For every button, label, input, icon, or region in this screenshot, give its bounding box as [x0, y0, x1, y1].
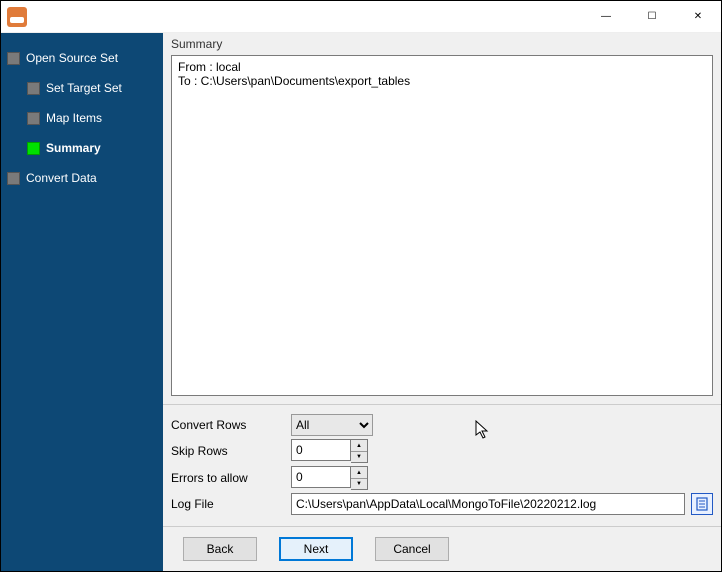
step-box-icon — [27, 82, 40, 95]
panel-title: Summary — [163, 33, 721, 55]
sidebar-item-label: Summary — [46, 141, 101, 155]
app-icon — [7, 7, 27, 27]
maximize-button[interactable]: ☐ — [629, 1, 675, 33]
errors-spinner[interactable]: ▲▼ — [351, 466, 368, 490]
titlebar: ― ☐ ✕ — [1, 1, 721, 33]
errors-label: Errors to allow — [171, 471, 291, 485]
skip-rows-spinner[interactable]: ▲▼ — [351, 439, 368, 463]
document-icon — [695, 497, 709, 511]
sidebar-item-label: Open Source Set — [26, 51, 118, 65]
close-button[interactable]: ✕ — [675, 1, 721, 33]
wizard-sidebar: Open Source Set Set Target Set Map Items… — [1, 33, 163, 571]
convert-rows-label: Convert Rows — [171, 418, 291, 432]
log-file-input[interactable] — [291, 493, 685, 515]
log-file-label: Log File — [171, 497, 291, 511]
errors-input[interactable] — [291, 466, 351, 488]
sidebar-item-summary[interactable]: Summary — [27, 135, 163, 161]
back-button[interactable]: Back — [183, 537, 257, 561]
step-box-icon — [27, 112, 40, 125]
step-box-icon — [7, 52, 20, 65]
sidebar-item-label: Convert Data — [26, 171, 97, 185]
summary-text-box[interactable]: From : local To : C:\Users\pan\Documents… — [171, 55, 713, 396]
step-box-icon — [7, 172, 20, 185]
skip-rows-label: Skip Rows — [171, 444, 291, 458]
sidebar-item-label: Map Items — [46, 111, 102, 125]
sidebar-item-set-target-set[interactable]: Set Target Set — [27, 75, 163, 101]
sidebar-item-convert-data[interactable]: Convert Data — [7, 165, 163, 191]
minimize-button[interactable]: ― — [583, 1, 629, 33]
cancel-button[interactable]: Cancel — [375, 537, 449, 561]
options-section: Convert Rows All Skip Rows ▲▼ Errors to … — [163, 404, 721, 526]
main-panel: Summary From : local To : C:\Users\pan\D… — [163, 33, 721, 571]
convert-rows-select[interactable]: All — [291, 414, 373, 436]
sidebar-item-label: Set Target Set — [46, 81, 122, 95]
sidebar-item-map-items[interactable]: Map Items — [27, 105, 163, 131]
step-box-icon — [27, 142, 40, 155]
skip-rows-input[interactable] — [291, 439, 351, 461]
browse-log-button[interactable] — [691, 493, 713, 515]
sidebar-item-open-source-set[interactable]: Open Source Set — [7, 45, 163, 71]
button-bar: Back Next Cancel — [163, 526, 721, 571]
next-button[interactable]: Next — [279, 537, 353, 561]
